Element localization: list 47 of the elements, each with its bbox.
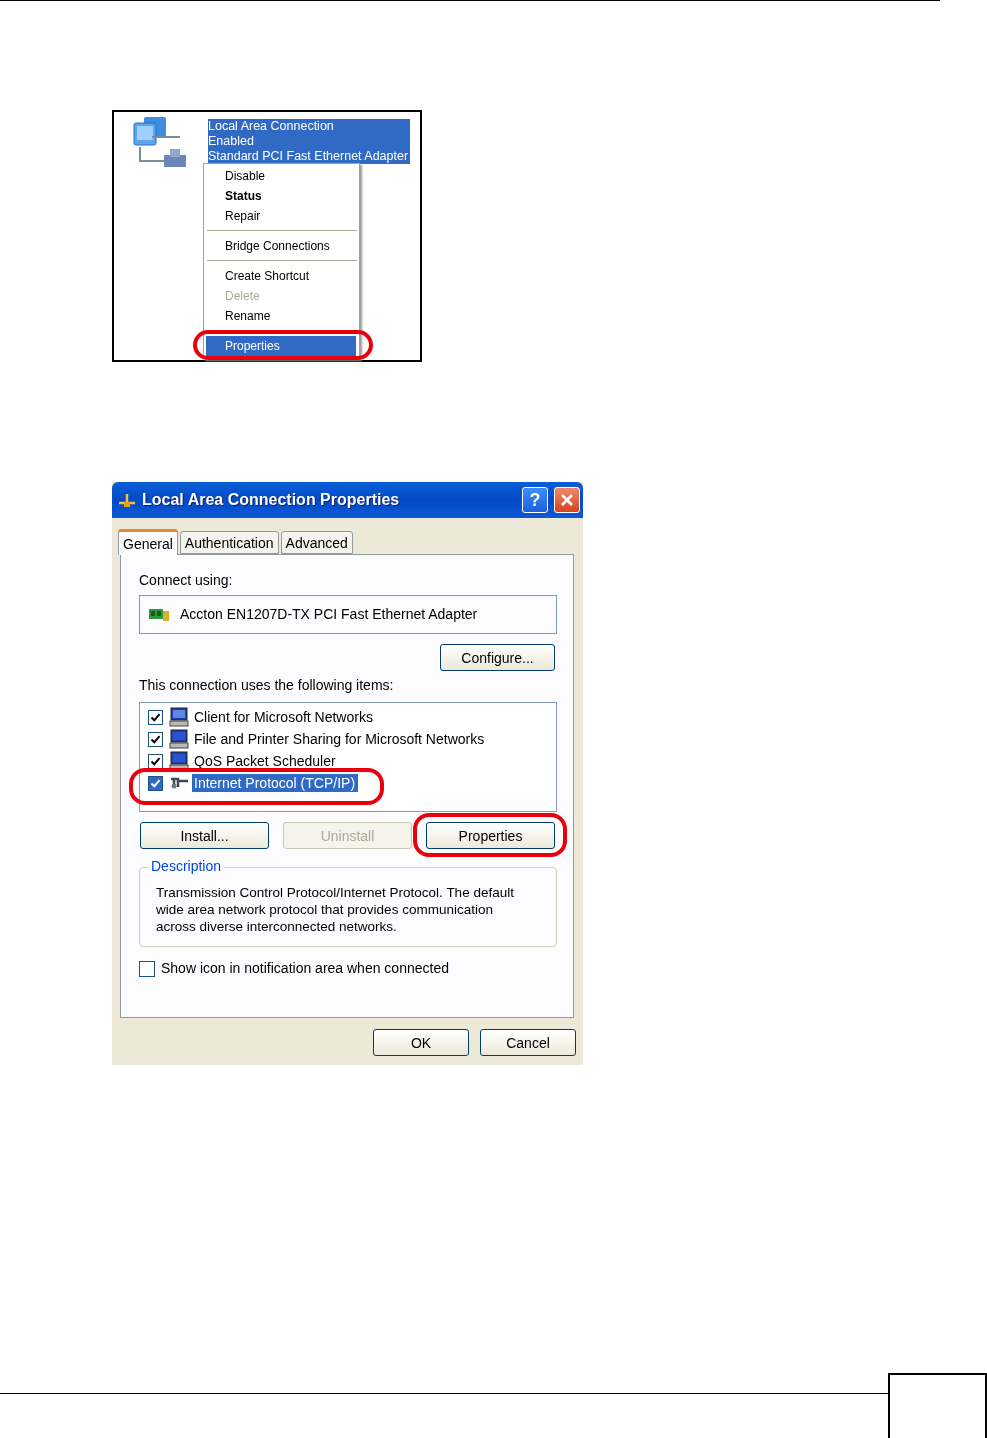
list-item[interactable]: File and Printer Sharing for Microsoft Networks (192, 730, 488, 748)
menu-item[interactable]: Properties (206, 336, 356, 356)
protocol-icon (169, 775, 189, 791)
checkbox-label: Show icon in notification area when connected (161, 960, 449, 977)
connection-label: Standard PCI Fast Ethernet Adapter (208, 149, 409, 164)
window-title: Local Area Connection Properties (142, 491, 401, 509)
dialog-button[interactable]: Cancel (480, 1029, 576, 1056)
list-item[interactable]: Internet Protocol (TCP/IP) (192, 774, 359, 792)
computer-icon (169, 729, 189, 749)
help-button[interactable]: ? (522, 487, 548, 513)
checkbox[interactable] (139, 960, 155, 977)
check-icon (150, 711, 161, 723)
items-label: This connection uses the following items: (139, 677, 395, 694)
close-button[interactable] (554, 487, 580, 513)
tab[interactable]: Advanced (280, 531, 353, 554)
tab[interactable]: Authentication (179, 531, 279, 554)
dialog-button[interactable]: Properties (426, 822, 555, 849)
list-item[interactable]: QoS Packet Scheduler (192, 752, 339, 770)
connect-using-label: Connect using: (139, 572, 234, 589)
checkbox[interactable] (148, 775, 163, 791)
dialog-button[interactable]: OK (373, 1029, 469, 1056)
menu-item[interactable]: Status (206, 186, 356, 206)
configure-button[interactable]: Configure... (440, 644, 555, 671)
group-title: Description (148, 858, 225, 874)
check-icon (150, 777, 161, 789)
connection-label: Enabled (208, 134, 255, 149)
network-card-icon (148, 607, 170, 622)
list-item[interactable]: Client for Microsoft Networks (192, 708, 376, 726)
menu-item[interactable]: Bridge Connections (206, 236, 356, 256)
dialog-button[interactable]: Install... (140, 822, 269, 849)
adapter-name: Accton EN1207D-TX PCI Fast Ethernet Adapter (180, 606, 478, 623)
check-icon (150, 755, 161, 767)
checkbox[interactable] (148, 731, 163, 747)
computer-icon (169, 707, 189, 727)
menu-item[interactable]: Rename (206, 306, 356, 326)
network-icon (118, 491, 136, 509)
checkbox[interactable] (148, 709, 163, 725)
check-icon (150, 733, 161, 745)
tab[interactable]: General (118, 529, 178, 555)
connection-label: Local Area Connection (208, 119, 335, 134)
menu-item[interactable]: Create Shortcut (206, 266, 356, 286)
close-icon (560, 493, 574, 507)
menu-item[interactable]: Disable (206, 166, 356, 186)
computer-icon (169, 751, 189, 771)
menu-item[interactable]: Repair (206, 206, 356, 226)
description-text: Transmission Control Protocol/Internet Protocol. The default wide area network protocol that provides communication across diverse interconnected networks. (156, 884, 515, 935)
checkbox[interactable] (148, 753, 163, 769)
